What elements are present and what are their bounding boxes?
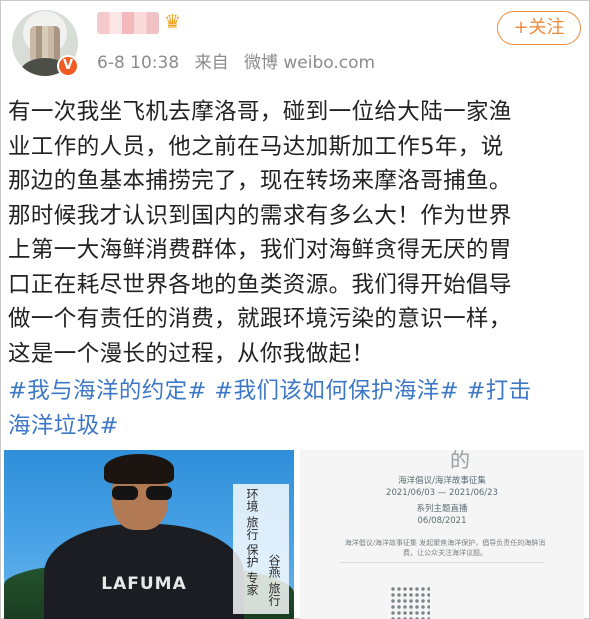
follow-button[interactable]: +关注 [497,11,581,45]
post-meta: 6-8 10:38 来自 微博 weibo.com [97,48,375,73]
post-text-line: 上第一大海鲜消费群体，我们对海鲜贪得无厌的胃 [8,237,512,263]
post-text: 有一次我坐飞机去摩洛哥，碰到一位给大陆一家渔 业工作的人员，他之前在马达加斯加工… [8,95,584,371]
image-caption-panel: 环境 旅行 保护 专家 谷燕 旅行 [233,484,289,614]
poster-paragraph: 海洋倡议/海洋故事征集 发起聚焦海洋保护，倡导负责任的海鲜消费，让公众关注海洋议… [344,539,546,557]
source-prefix: 来自 [194,53,229,73]
poster-graphic [390,586,430,619]
username-redacted[interactable] [97,12,159,34]
post-timestamp[interactable]: 6-8 10:38 [97,53,179,73]
post-text-line: 业工作的人员，他之前在马达加斯加工作5年，说 [8,133,504,160]
post-text-line: 那边的鱼基本捕捞完了，现在转场来摩洛哥捕鱼。 [8,168,512,194]
post-text-line: 这是一个漫长的过程，从你我做起！ [8,340,375,367]
post-image-1[interactable]: LAFUMA 环境 旅行 保护 专家 谷燕 旅行 [4,450,294,619]
image-person-hair [104,454,174,484]
topic-tags: #我与海洋的约定# #我们该如何保护海洋# #打击 海洋垃圾# [8,374,584,443]
poster-event-dates: 2021/06/03 — 2021/06/23 [386,488,498,498]
avatar-face-mosaic [30,26,60,62]
topic-tag-line[interactable]: #我与海洋的约定# #我们该如何保护海洋# #打击 [8,374,584,409]
post-image-2[interactable]: 的 海洋倡议/海洋故事征集 2021/06/03 — 2021/06/23 系列… [300,450,584,619]
poster-divider [340,562,544,563]
poster-topic-label: 系列主题直播 [416,504,468,514]
image-person-shirt [44,524,244,619]
image-vertical-text: 环境 旅行 保护 专家 [245,488,259,596]
post-text-line: 口正在耗尽世界各地的鱼类资源。我们得开始倡导 [8,271,512,298]
poster-topic-date: 06/08/2021 [417,516,467,526]
poster-event-name: 海洋倡议/海洋故事征集 [398,476,486,486]
sunglasses-icon [110,486,174,500]
image-vertical-text: 谷燕 旅行 [267,554,281,606]
crown-icon: ♛ [164,11,182,33]
topic-tag-line[interactable]: 海洋垃圾# [8,409,584,444]
post-text-line: 那时候我才认识到国内的需求有多么大！作为世界 [8,202,512,229]
verified-badge-icon: V [57,55,79,77]
post-text-line: 有一次我坐飞机去摩洛哥，碰到一位给大陆一家渔 [8,99,512,125]
shirt-logo: LAFUMA [101,574,187,594]
source-link[interactable]: 微博 weibo.com [244,53,375,73]
poster-title: 的 [450,450,470,472]
post-text-line: 做一个有责任的消费，就跟环境污染的意识一样， [8,306,512,332]
